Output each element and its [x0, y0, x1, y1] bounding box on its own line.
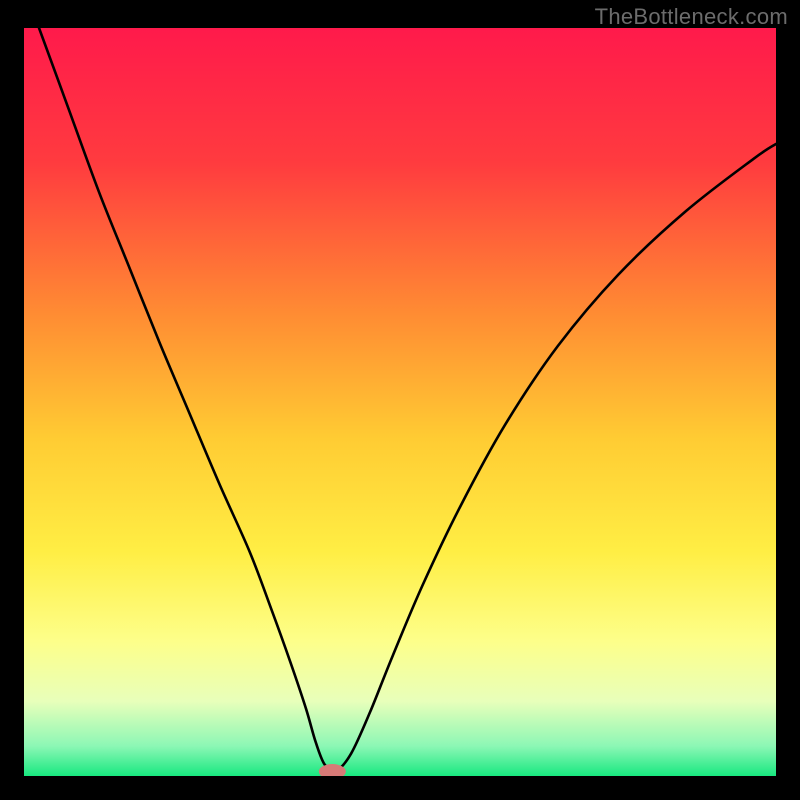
chart-svg [24, 28, 776, 776]
chart-plot [24, 28, 776, 776]
gradient-background [24, 28, 776, 776]
watermark-label: TheBottleneck.com [595, 4, 788, 30]
chart-frame: TheBottleneck.com [0, 0, 800, 800]
